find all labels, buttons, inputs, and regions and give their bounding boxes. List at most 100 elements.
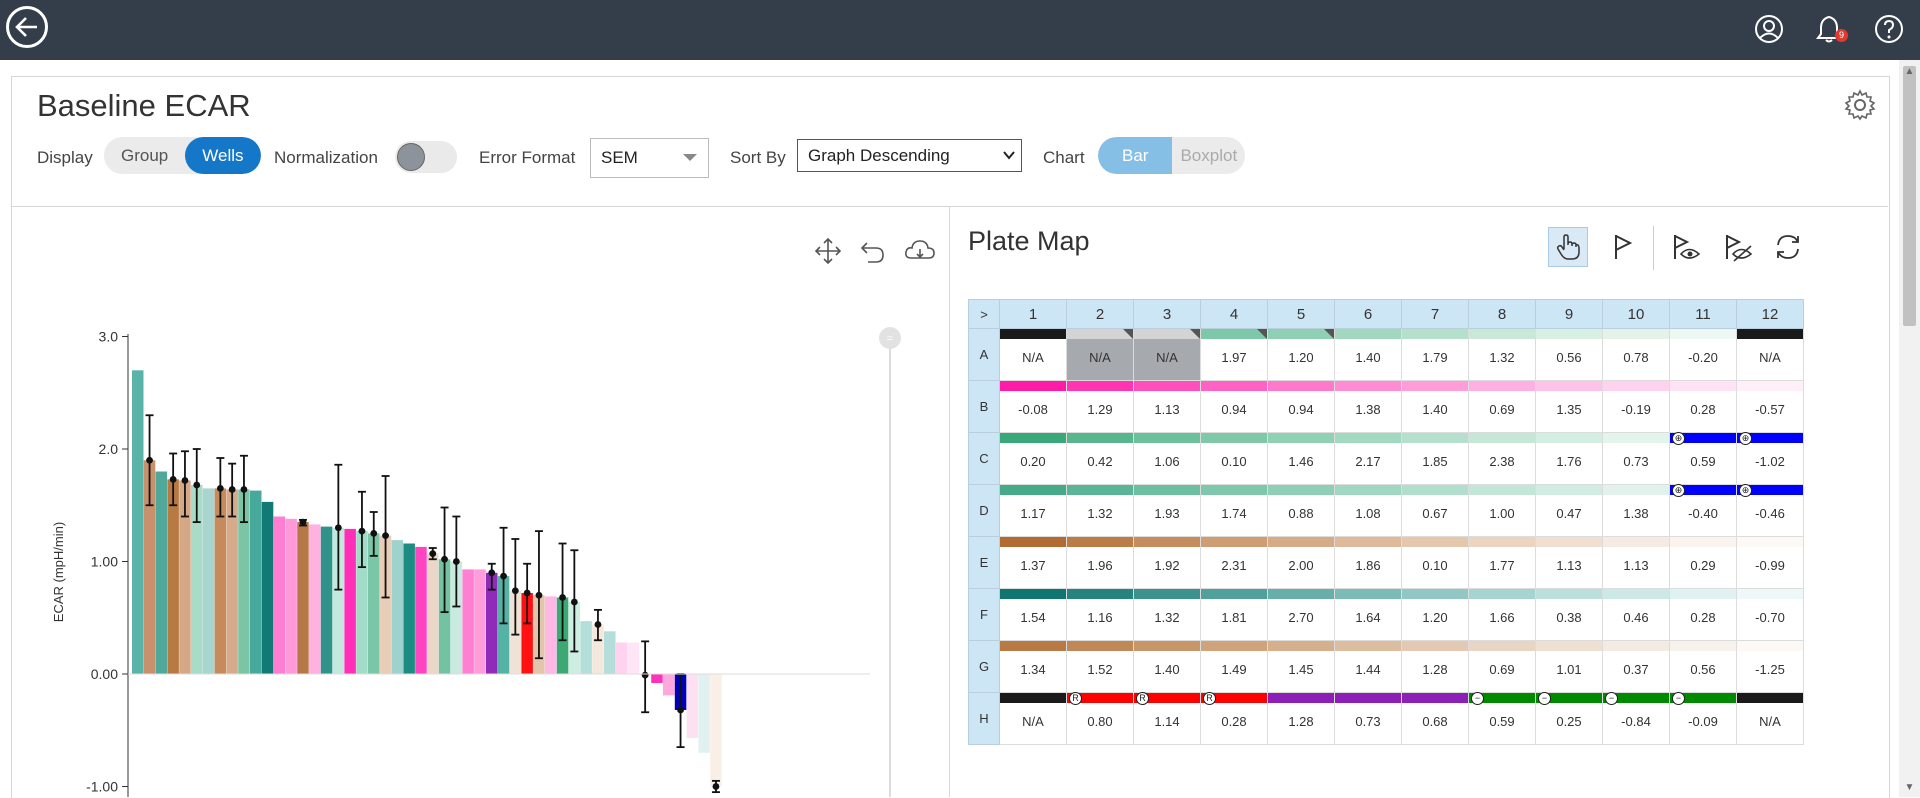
well-B10[interactable]: -0.19 [1602,380,1670,433]
hand-pointer-icon[interactable] [1548,227,1588,267]
well-G12[interactable]: -1.25 [1736,640,1804,693]
well-C6[interactable]: 2.17 [1334,432,1402,485]
chart-bar[interactable] [710,674,722,787]
well-D11[interactable]: ⊕ -0.40 [1669,484,1737,537]
column-header[interactable]: 1 [999,299,1067,329]
chart-bar[interactable] [285,518,297,675]
sort-by-select[interactable]: Graph Descending [797,139,1022,172]
well-E11[interactable]: 0.29 [1669,536,1737,589]
well-E10[interactable]: 1.13 [1602,536,1670,589]
chart-bar[interactable] [462,569,474,674]
well-H3[interactable]: R 1.14 [1133,692,1201,745]
well-F5[interactable]: 2.70 [1267,588,1335,641]
well-H6[interactable]: 0.73 [1334,692,1402,745]
well-A12[interactable]: N/A [1736,328,1804,381]
column-header[interactable]: 2 [1066,299,1134,329]
column-header[interactable]: 3 [1133,299,1201,329]
chart-bar[interactable] [297,522,309,674]
chart-bar[interactable] [155,471,168,675]
well-E3[interactable]: 1.92 [1133,536,1201,589]
row-header[interactable]: C [968,432,1000,485]
well-F12[interactable]: -0.70 [1736,588,1804,641]
well-H11[interactable]: − -0.09 [1669,692,1737,745]
well-C11[interactable]: ⊕ 0.59 [1669,432,1737,485]
well-G10[interactable]: 0.37 [1602,640,1670,693]
well-F6[interactable]: 1.64 [1334,588,1402,641]
column-header[interactable]: 4 [1200,299,1268,329]
user-icon[interactable] [1754,14,1784,44]
column-header[interactable]: 10 [1602,299,1670,329]
row-header[interactable]: A [968,328,1000,381]
well-F7[interactable]: 1.20 [1401,588,1469,641]
row-header[interactable]: G [968,640,1000,693]
back-arrow-icon[interactable] [6,6,48,48]
chart-option-boxplot[interactable]: Boxplot [1172,137,1245,174]
chart-bar[interactable] [273,516,286,675]
well-H12[interactable]: N/A [1736,692,1804,745]
chart-bar[interactable] [545,596,557,674]
well-H7[interactable]: 0.68 [1401,692,1469,745]
column-header[interactable]: 7 [1401,299,1469,329]
chart-bar[interactable] [651,674,663,683]
well-F11[interactable]: 0.28 [1669,588,1737,641]
well-H5[interactable]: 1.28 [1267,692,1335,745]
well-F8[interactable]: 1.66 [1468,588,1536,641]
vertical-scrollbar[interactable] [1899,60,1920,797]
well-C1[interactable]: 0.20 [999,432,1067,485]
chart-bar[interactable] [415,546,427,674]
display-option-wells[interactable]: Wells [185,137,261,174]
well-F10[interactable]: 0.46 [1602,588,1670,641]
column-header[interactable]: 5 [1267,299,1335,329]
well-D3[interactable]: 1.93 [1133,484,1201,537]
well-D6[interactable]: 1.08 [1334,484,1402,537]
row-header[interactable]: E [968,536,1000,589]
well-C5[interactable]: 1.46 [1267,432,1335,485]
well-G3[interactable]: 1.40 [1133,640,1201,693]
well-F2[interactable]: 1.16 [1066,588,1134,641]
well-B9[interactable]: 1.35 [1535,380,1603,433]
chart-bar[interactable] [615,642,628,675]
well-G11[interactable]: 0.56 [1669,640,1737,693]
well-B12[interactable]: -0.57 [1736,380,1804,433]
well-B8[interactable]: 0.69 [1468,380,1536,433]
well-B11[interactable]: 0.28 [1669,380,1737,433]
well-B2[interactable]: 1.29 [1066,380,1134,433]
chart-bar[interactable] [261,501,274,674]
chart-bar[interactable] [698,674,710,753]
well-A11[interactable]: -0.20 [1669,328,1737,381]
well-A10[interactable]: 0.78 [1602,328,1670,381]
chart-bar[interactable] [250,490,262,674]
well-A7[interactable]: 1.79 [1401,328,1469,381]
well-G8[interactable]: 0.69 [1468,640,1536,693]
column-header[interactable]: 11 [1669,299,1737,329]
well-G6[interactable]: 1.44 [1334,640,1402,693]
chart-bar[interactable] [202,488,215,674]
gear-icon[interactable] [1844,89,1876,121]
well-C2[interactable]: 0.42 [1066,432,1134,485]
chart-bar[interactable] [344,528,356,674]
well-H9[interactable]: −0.25 [1535,692,1603,745]
well-E2[interactable]: 1.96 [1066,536,1134,589]
well-C8[interactable]: 2.38 [1468,432,1536,485]
well-D9[interactable]: 0.47 [1535,484,1603,537]
flag-show-icon[interactable] [1666,227,1706,267]
corner-toggle[interactable]: > [968,299,1000,329]
well-B3[interactable]: 1.13 [1133,380,1201,433]
well-A6[interactable]: 1.40 [1334,328,1402,381]
well-E9[interactable]: 1.13 [1535,536,1603,589]
chart-bar[interactable] [132,370,144,675]
well-B6[interactable]: 1.38 [1334,380,1402,433]
well-H8[interactable]: −0.59 [1468,692,1536,745]
well-G9[interactable]: 1.01 [1535,640,1603,693]
chart-bar[interactable] [309,524,321,674]
well-F9[interactable]: 0.38 [1535,588,1603,641]
error-format-select[interactable]: SEM [590,138,709,178]
refresh-icon[interactable] [1768,227,1808,267]
well-D10[interactable]: 1.38 [1602,484,1670,537]
flag-hide-icon[interactable] [1718,227,1758,267]
well-C12[interactable]: ⊕ -1.02 [1736,432,1804,485]
column-header[interactable]: 12 [1736,299,1804,329]
well-D7[interactable]: 0.67 [1401,484,1469,537]
chart-bar[interactable] [320,526,333,674]
well-H4[interactable]: R 0.28 [1200,692,1268,745]
